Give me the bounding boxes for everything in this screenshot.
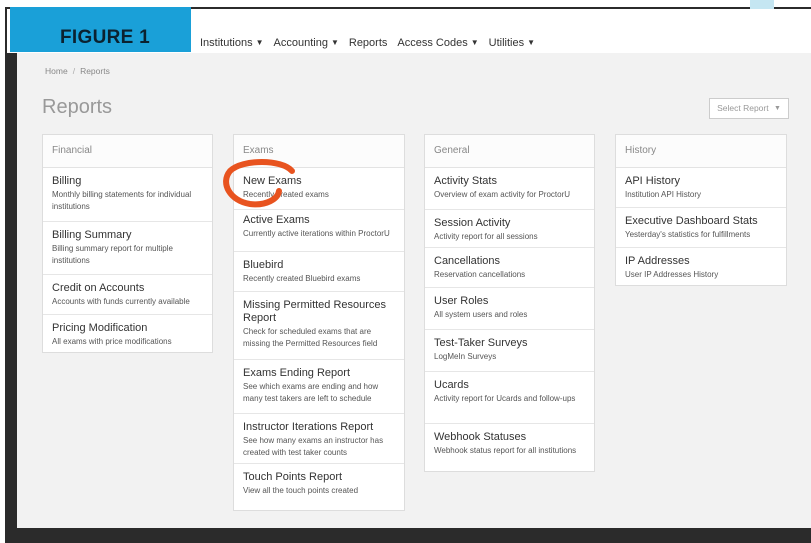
report-item-cancellations[interactable]: Cancellations Reservation cancellations <box>425 248 594 288</box>
page-title: Reports <box>42 96 113 118</box>
report-item-webhook-statuses[interactable]: Webhook Statuses Webhook status report f… <box>425 424 594 474</box>
report-item-user-roles[interactable]: User Roles All system users and roles <box>425 288 594 330</box>
panel-title: History <box>616 135 786 168</box>
report-item-active-exams[interactable]: Active Exams Currently active iterations… <box>234 210 404 252</box>
breadcrumb: Home / Reports <box>45 66 110 76</box>
report-item-api-history[interactable]: API History Institution API History <box>616 168 786 208</box>
nav-item-reports[interactable]: Reports <box>349 37 388 49</box>
panel-title: Exams <box>234 135 404 168</box>
panel-history: History API History Institution API Hist… <box>615 134 787 286</box>
figure-banner: FIGURE 1 <box>10 7 191 52</box>
select-report-dropdown[interactable]: Select Report ▼ <box>709 98 789 119</box>
nav-item-institutions[interactable]: Institutions ▼ <box>200 37 264 49</box>
report-item-test-taker-surveys[interactable]: Test-Taker Surveys LogMeIn Surveys <box>425 330 594 372</box>
caret-down-icon: ▼ <box>527 38 536 47</box>
report-item-billing[interactable]: Billing Monthly billing statements for i… <box>43 168 212 222</box>
report-item-billing-summary[interactable]: Billing Summary Billing summary report f… <box>43 222 212 275</box>
report-item-credit-on-accounts[interactable]: Credit on Accounts Accounts with funds c… <box>43 275 212 315</box>
report-item-ip-addresses[interactable]: IP Addresses User IP Addresses History <box>616 248 786 286</box>
report-item-pricing-modification[interactable]: Pricing Modification All exams with pric… <box>43 315 212 353</box>
panel-title: General <box>425 135 594 168</box>
report-item-executive-dashboard-stats[interactable]: Executive Dashboard Stats Yesterday's st… <box>616 208 786 248</box>
report-item-bluebird[interactable]: Bluebird Recently created Bluebird exams <box>234 252 404 292</box>
panel-general: General Activity Stats Overview of exam … <box>424 134 595 472</box>
caret-down-icon: ▼ <box>470 38 479 47</box>
nav-item-access-codes[interactable]: Access Codes ▼ <box>397 37 478 49</box>
report-item-missing-permitted-resources[interactable]: Missing Permitted Resources Report Check… <box>234 292 404 360</box>
panel-title: Financial <box>43 135 212 168</box>
main-nav: Institutions ▼ Accounting ▼ Reports Access… <box>200 37 535 49</box>
report-item-session-activity[interactable]: Session Activity Activity report for all… <box>425 210 594 248</box>
report-item-activity-stats[interactable]: Activity Stats Overview of exam activity… <box>425 168 594 210</box>
report-item-ucards[interactable]: Ucards Activity report for Ucards and fo… <box>425 372 594 424</box>
breadcrumb-current: Reports <box>80 66 110 76</box>
caret-down-icon: ▼ <box>255 38 264 47</box>
report-item-exams-ending[interactable]: Exams Ending Report See which exams are … <box>234 360 404 414</box>
caret-down-icon: ▼ <box>773 105 781 112</box>
caret-down-icon: ▼ <box>330 38 339 47</box>
nav-item-accounting[interactable]: Accounting ▼ <box>274 37 339 49</box>
report-item-instructor-iterations[interactable]: Instructor Iterations Report See how man… <box>234 414 404 464</box>
breadcrumb-home[interactable]: Home <box>45 66 68 76</box>
report-item-new-exams[interactable]: New Exams Recently created exams <box>234 168 404 210</box>
nav-item-utilities[interactable]: Utilities ▼ <box>489 37 535 49</box>
report-item-touch-points[interactable]: Touch Points Report View all the touch p… <box>234 464 404 504</box>
panel-financial: Financial Billing Monthly billing statem… <box>42 134 213 353</box>
panel-exams: Exams New Exams Recently created exams A… <box>233 134 405 511</box>
figure-label: FIGURE 1 <box>60 27 151 48</box>
breadcrumb-separator: / <box>72 66 76 76</box>
